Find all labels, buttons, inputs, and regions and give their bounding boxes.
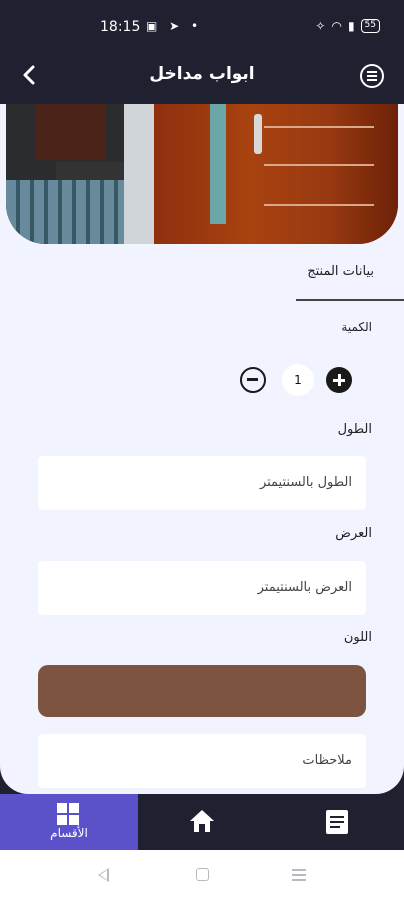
wifi-icon: ◠: [331, 19, 342, 33]
length-label: الطول: [337, 422, 372, 437]
battery-icon: 55: [360, 19, 380, 33]
color-label: اللون: [343, 630, 372, 645]
tab-indicator: [296, 299, 404, 301]
nav-label-categories: الأقسام: [50, 826, 88, 840]
status-bar: 18:15 ▣ ➤ • ✧ ◠ ▮ 55: [0, 0, 404, 52]
system-icons: ✧ ◠ ▮ 55: [315, 19, 380, 33]
length-input[interactable]: الطول بالسنتيمتر: [38, 456, 366, 510]
page-title: ابواب مداخل: [149, 64, 255, 84]
home-square-icon[interactable]: [196, 868, 209, 881]
grid-icon: [57, 803, 79, 825]
width-label: العرض: [335, 526, 372, 541]
menu-icon: [367, 71, 377, 73]
bottom-nav: الأقسام: [0, 794, 404, 850]
quantity-label: الكمية: [341, 320, 372, 334]
home-icon[interactable]: [190, 810, 214, 832]
status-time: 18:15: [100, 19, 141, 35]
minus-icon[interactable]: [240, 367, 266, 393]
menu-button[interactable]: [360, 64, 384, 88]
nav-item-categories[interactable]: الأقسام: [0, 794, 138, 850]
signal-icon: ▮: [347, 19, 355, 33]
orders-icon[interactable]: [326, 810, 348, 834]
app-bar: ابواب مداخل: [0, 52, 404, 100]
back-triangle-icon[interactable]: [98, 868, 109, 882]
color-picker[interactable]: [38, 665, 366, 717]
notes-input[interactable]: ملاحظات: [38, 734, 366, 788]
tab-product-details[interactable]: بيانات المنتج: [307, 264, 374, 279]
quantity-value: 1: [282, 364, 314, 396]
product-form: بيانات المنتج الكمية 1 الطول الطول بالسن…: [0, 104, 404, 794]
width-input[interactable]: العرض بالسنتيمتر: [38, 561, 366, 615]
system-nav-bar: [0, 850, 404, 900]
product-image: [6, 104, 398, 244]
notification-icons: ▣ ➤ •: [146, 19, 203, 33]
recents-icon[interactable]: [292, 869, 306, 881]
quantity-stepper: 1: [238, 364, 354, 396]
plus-icon[interactable]: [326, 367, 352, 393]
vibrate-icon: ✧: [315, 19, 326, 33]
